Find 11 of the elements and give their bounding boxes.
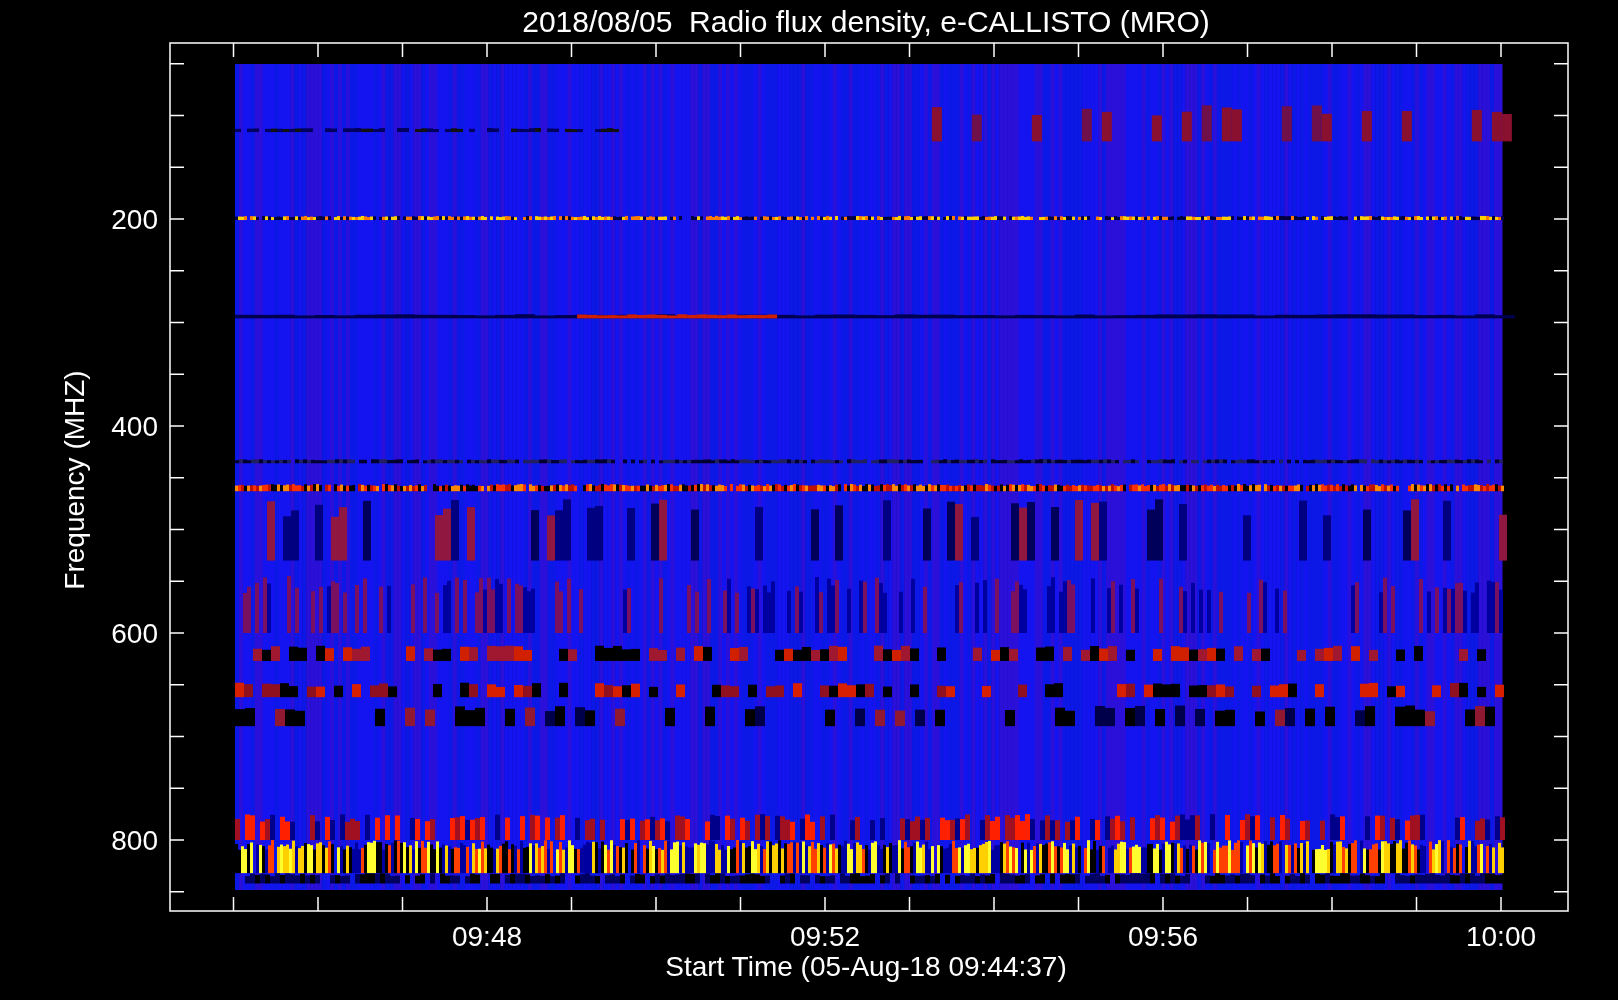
x-tick-label: 09:52 bbox=[789, 921, 861, 952]
x-tick-label: 10:00 bbox=[1465, 921, 1537, 952]
chart-title: 2018/08/05 Radio flux density, e-CALLISTO (MRO) bbox=[522, 5, 1210, 38]
y-tick-label: 800 bbox=[111, 825, 158, 856]
y-tick-label: 200 bbox=[111, 204, 158, 235]
x-tick-label: 09:48 bbox=[451, 921, 523, 952]
y-tick-label: 400 bbox=[111, 411, 158, 442]
x-axis-label: Start Time (05-Aug-18 09:44:37) bbox=[665, 951, 1067, 982]
x-tick-label: 09:56 bbox=[1127, 921, 1199, 952]
y-tick-label: 600 bbox=[111, 618, 158, 649]
y-axis-label: Frequency (MHZ) bbox=[59, 370, 90, 590]
